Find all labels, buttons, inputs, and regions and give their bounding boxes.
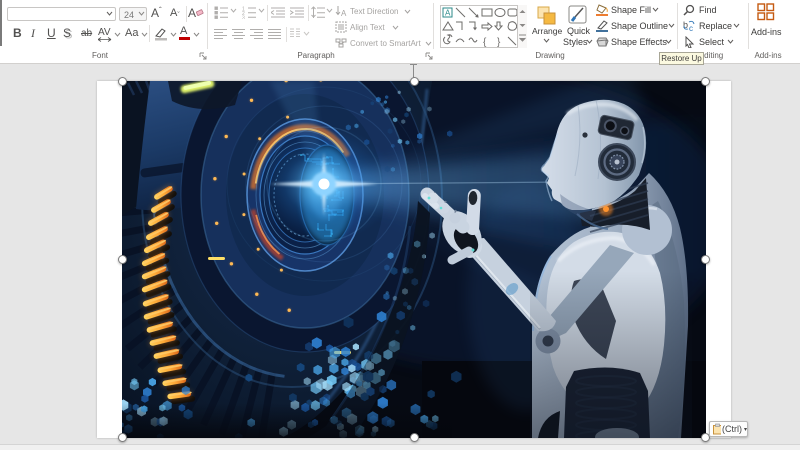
svg-text:}: }: [497, 37, 501, 47]
svg-text:b: b: [683, 20, 688, 30]
svg-text:A: A: [341, 9, 347, 17]
svg-text:c: c: [689, 24, 693, 32]
svg-text:A: A: [445, 9, 451, 18]
svg-text:{: {: [483, 37, 487, 47]
svg-text:3: 3: [242, 16, 245, 20]
